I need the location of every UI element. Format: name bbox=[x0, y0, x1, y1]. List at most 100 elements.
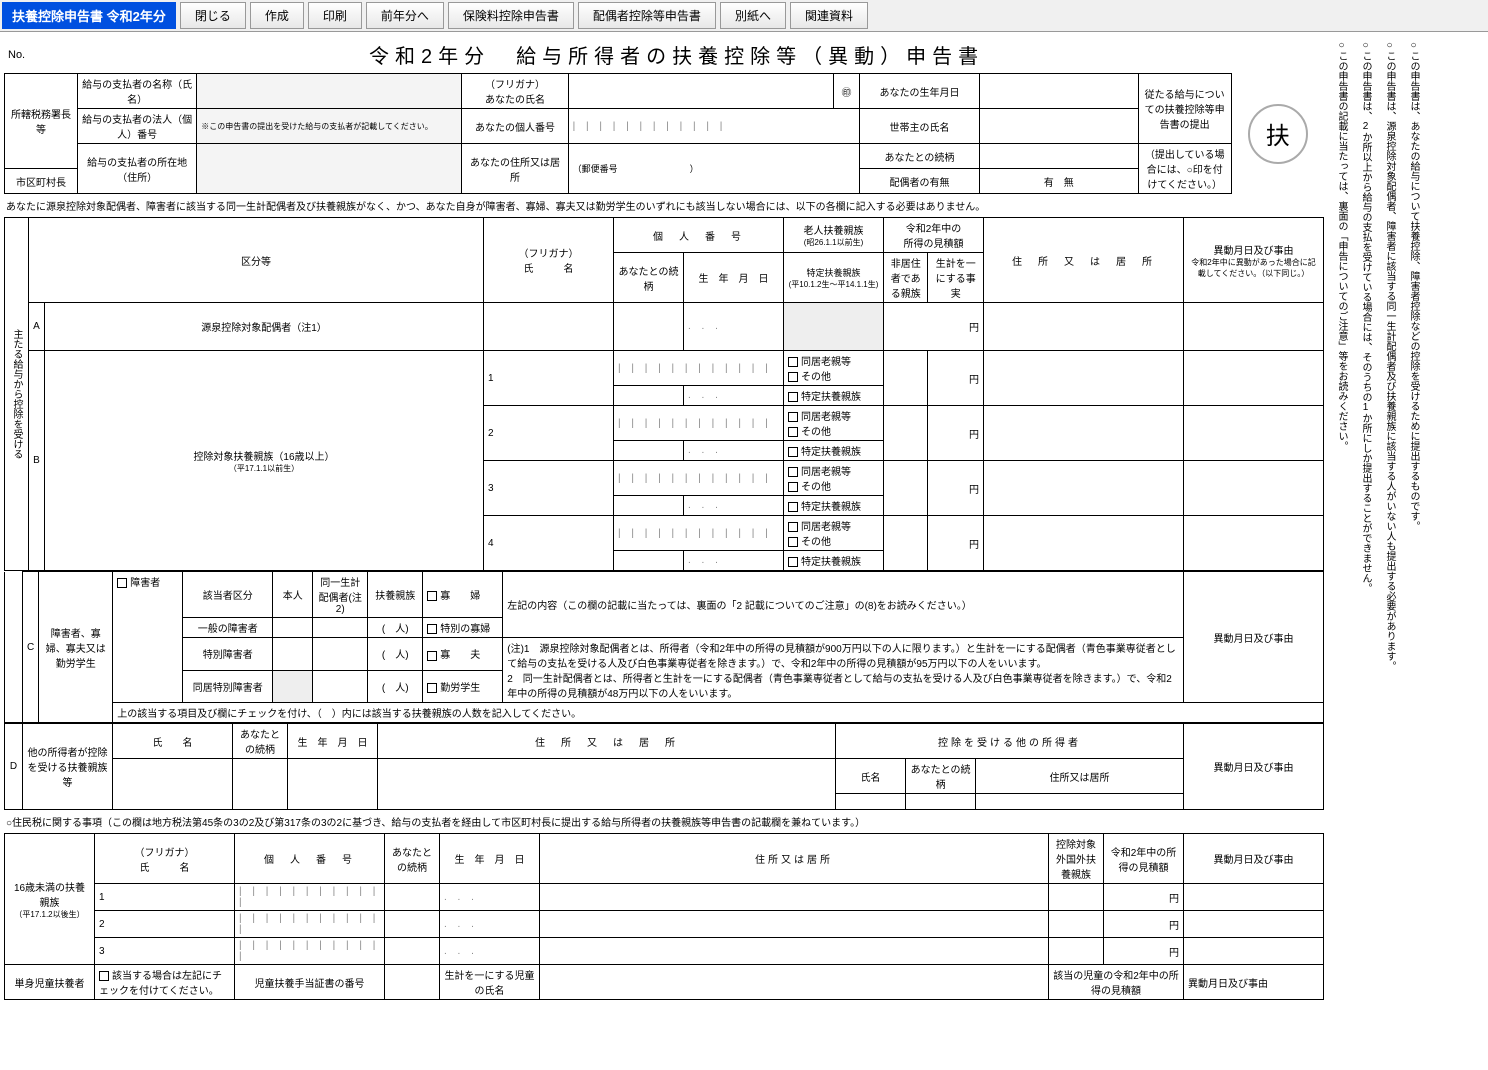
b4-nonres-input[interactable] bbox=[884, 516, 928, 571]
b4-other-cb[interactable] bbox=[788, 537, 798, 547]
a-change-input[interactable] bbox=[1184, 303, 1324, 351]
cert-input[interactable] bbox=[385, 965, 440, 1000]
a-address-input[interactable] bbox=[984, 303, 1184, 351]
rt3-num[interactable]: | | | | | | | | | | | | bbox=[235, 938, 385, 965]
rt2-rel[interactable] bbox=[385, 911, 440, 938]
ds-fuyou[interactable]: ( 人) bbox=[368, 638, 423, 671]
b4-cohabit-cb[interactable] bbox=[788, 522, 798, 532]
b3-income-input[interactable]: 円 bbox=[928, 461, 984, 516]
b2-income-input[interactable]: 円 bbox=[928, 406, 984, 461]
your-address-input[interactable]: （郵便番号 ） bbox=[568, 144, 860, 194]
b3-special-cb[interactable] bbox=[788, 502, 798, 512]
rt2-name[interactable]: 2 bbox=[95, 911, 235, 938]
dg-fuyou[interactable]: ( 人) bbox=[368, 618, 423, 638]
widow-special-cb[interactable] bbox=[427, 624, 437, 634]
widower-cb[interactable] bbox=[427, 651, 437, 661]
your-number-input[interactable]: | | | | | | | | | | | | bbox=[568, 109, 860, 144]
b1-income-input[interactable]: 円 bbox=[928, 351, 984, 406]
b1-nonres-input[interactable] bbox=[884, 351, 928, 406]
b3-other-cb[interactable] bbox=[788, 482, 798, 492]
b4-change-input[interactable] bbox=[1184, 516, 1324, 571]
b1-cohabit-cb[interactable] bbox=[788, 357, 798, 367]
b2-change-input[interactable] bbox=[1184, 406, 1324, 461]
rt1-birth[interactable]: . . . bbox=[440, 884, 540, 911]
d-other-name-input[interactable] bbox=[836, 794, 906, 810]
rt2-addr[interactable] bbox=[540, 911, 1049, 938]
dg-honnin[interactable] bbox=[273, 618, 313, 638]
a-birth-input[interactable]: . . . bbox=[684, 303, 784, 351]
b2-birth-input[interactable]: . . . bbox=[684, 441, 784, 461]
b1-birth-input[interactable]: . . . bbox=[684, 386, 784, 406]
widow-cb[interactable] bbox=[427, 591, 437, 601]
payer-address-input[interactable] bbox=[197, 144, 462, 194]
related-button[interactable]: 関連資料 bbox=[790, 2, 868, 29]
b2-other-cb[interactable] bbox=[788, 427, 798, 437]
rt3-chg[interactable] bbox=[1184, 938, 1324, 965]
rt1-name[interactable]: 1 bbox=[95, 884, 235, 911]
rt1-chg[interactable] bbox=[1184, 884, 1324, 911]
b1-mynumber-input[interactable]: | | | | | | | | | | | | bbox=[614, 351, 784, 386]
rt1-addr[interactable] bbox=[540, 884, 1049, 911]
birth-input[interactable] bbox=[979, 74, 1138, 109]
rt2-nonres[interactable] bbox=[1049, 911, 1104, 938]
spouse-button[interactable]: 配偶者控除等申告書 bbox=[578, 2, 716, 29]
b2-name-input[interactable]: 2 bbox=[484, 406, 614, 461]
relation-input[interactable] bbox=[979, 144, 1138, 169]
ds-honnin[interactable] bbox=[273, 638, 313, 671]
rt3-birth[interactable]: . . . bbox=[440, 938, 540, 965]
insurance-button[interactable]: 保険料控除申告書 bbox=[448, 2, 574, 29]
b3-change-input[interactable] bbox=[1184, 461, 1324, 516]
b4-mynumber-input[interactable]: | | | | | | | | | | | | bbox=[614, 516, 784, 551]
dg-doitsu[interactable] bbox=[313, 618, 368, 638]
b4-name-input[interactable]: 4 bbox=[484, 516, 614, 571]
b2-address-input[interactable] bbox=[984, 406, 1184, 461]
d-birth-input[interactable] bbox=[288, 759, 378, 810]
print-button[interactable]: 印刷 bbox=[308, 2, 362, 29]
dc-fuyou[interactable]: ( 人) bbox=[368, 670, 423, 703]
rt2-chg[interactable] bbox=[1184, 911, 1324, 938]
rt3-inc[interactable]: 円 bbox=[1104, 938, 1184, 965]
b3-birth-input[interactable]: . . . bbox=[684, 496, 784, 516]
rt1-inc[interactable]: 円 bbox=[1104, 884, 1184, 911]
prev-year-button[interactable]: 前年分へ bbox=[366, 2, 444, 29]
b1-change-input[interactable] bbox=[1184, 351, 1324, 406]
rt2-num[interactable]: | | | | | | | | | | | | bbox=[235, 911, 385, 938]
rt1-rel[interactable] bbox=[385, 884, 440, 911]
b3-rel-input[interactable] bbox=[614, 496, 684, 516]
attachment-button[interactable]: 別紙へ bbox=[720, 2, 786, 29]
b3-mynumber-input[interactable]: | | | | | | | | | | | | bbox=[614, 461, 784, 496]
d-rel-input[interactable] bbox=[233, 759, 288, 810]
b2-rel-input[interactable] bbox=[614, 441, 684, 461]
b3-cohabit-cb[interactable] bbox=[788, 467, 798, 477]
rt2-birth[interactable]: . . . bbox=[440, 911, 540, 938]
b2-nonres-input[interactable] bbox=[884, 406, 928, 461]
d-name-input[interactable] bbox=[113, 759, 233, 810]
spouse-exist-input[interactable]: 有 無 bbox=[979, 169, 1138, 194]
dc-doitsu[interactable] bbox=[313, 670, 368, 703]
d-other-addr-input[interactable] bbox=[976, 794, 1184, 810]
b4-special-cb[interactable] bbox=[788, 557, 798, 567]
rt3-name[interactable]: 3 bbox=[95, 938, 235, 965]
d-addr-input[interactable] bbox=[378, 759, 836, 810]
rt1-num[interactable]: | | | | | | | | | | | | bbox=[235, 884, 385, 911]
a-income-input[interactable]: 円 bbox=[884, 303, 984, 351]
ds-doitsu[interactable] bbox=[313, 638, 368, 671]
disabled-cb[interactable] bbox=[117, 578, 127, 588]
rt3-addr[interactable] bbox=[540, 938, 1049, 965]
rt3-rel[interactable] bbox=[385, 938, 440, 965]
rt1-nonres[interactable] bbox=[1049, 884, 1104, 911]
b4-income-input[interactable]: 円 bbox=[928, 516, 984, 571]
create-button[interactable]: 作成 bbox=[250, 2, 304, 29]
b3-nonres-input[interactable] bbox=[884, 461, 928, 516]
rt2-inc[interactable]: 円 bbox=[1104, 911, 1184, 938]
b2-mynumber-input[interactable]: | | | | | | | | | | | | bbox=[614, 406, 784, 441]
b3-name-input[interactable]: 3 bbox=[484, 461, 614, 516]
b1-special-cb[interactable] bbox=[788, 392, 798, 402]
single-parent-cb[interactable] bbox=[99, 971, 109, 981]
close-button[interactable]: 閉じる bbox=[180, 2, 246, 29]
a-rel-input[interactable] bbox=[614, 303, 684, 351]
rt3-nonres[interactable] bbox=[1049, 938, 1104, 965]
b3-address-input[interactable] bbox=[984, 461, 1184, 516]
a-name-input[interactable] bbox=[484, 303, 614, 351]
d-other-rel-input[interactable] bbox=[906, 794, 976, 810]
